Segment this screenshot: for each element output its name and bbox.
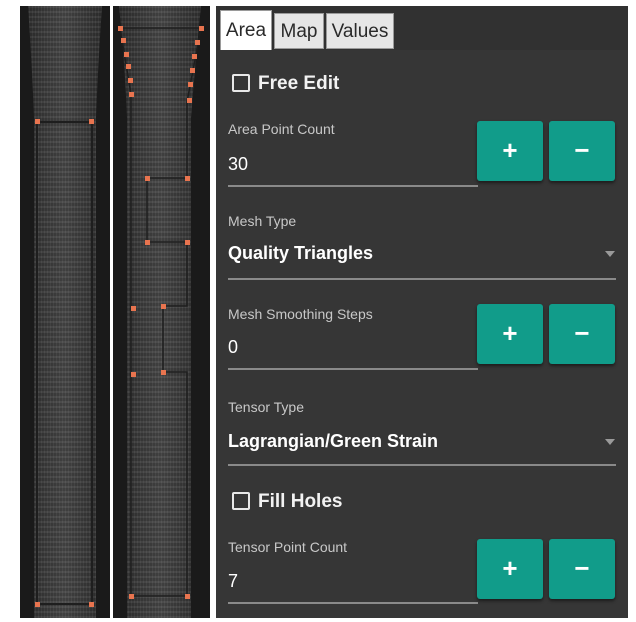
area-point-count-decrement-button[interactable]: − (549, 121, 615, 181)
tensor-point-count-increment-button[interactable]: + (477, 539, 543, 599)
free-edit-checkbox[interactable] (232, 74, 250, 92)
tensor-type-select[interactable]: Lagrangian/Green Strain (228, 431, 438, 452)
mesh-smoothing-steps-decrement-button[interactable]: − (549, 304, 615, 364)
free-edit-label: Free Edit (258, 73, 340, 94)
tensor-point-count-underline (228, 602, 478, 604)
area-settings-panel: Area Map Values Free Edit Area Point Cou… (216, 6, 628, 618)
specimen-image-right (113, 6, 210, 618)
chevron-down-icon[interactable] (605, 439, 615, 445)
tensor-type-underline (228, 464, 616, 466)
area-point-count-underline (228, 185, 478, 187)
mesh-smoothing-steps-increment-button[interactable]: + (477, 304, 543, 364)
tab-bar: Area Map Values (216, 6, 628, 50)
specimen-left-overlay (20, 6, 110, 618)
tensor-point-count-input[interactable]: 7 (228, 571, 238, 592)
mesh-type-select[interactable]: Quality Triangles (228, 243, 373, 264)
mesh-type-label: Mesh Type (228, 213, 297, 229)
area-point-count-increment-button[interactable]: + (477, 121, 543, 181)
area-tab-content: Free Edit Area Point Count 30 + − Mesh T… (216, 50, 628, 618)
fill-holes-label: Fill Holes (258, 491, 343, 512)
chevron-down-icon[interactable] (605, 251, 615, 257)
specimen-right-overlay (113, 6, 210, 618)
tensor-type-label: Tensor Type (228, 399, 305, 415)
mesh-smoothing-steps-input[interactable]: 0 (228, 337, 238, 358)
area-point-count-input[interactable]: 30 (228, 154, 248, 175)
tensor-point-count-decrement-button[interactable]: − (549, 539, 615, 599)
tab-values[interactable]: Values (326, 13, 394, 49)
tab-map[interactable]: Map (274, 13, 324, 49)
specimen-image-left (20, 6, 110, 618)
area-point-count-label: Area Point Count (228, 121, 335, 137)
mesh-smoothing-steps-underline (228, 368, 478, 370)
mesh-smoothing-steps-label: Mesh Smoothing Steps (228, 306, 373, 322)
tab-area[interactable]: Area (220, 10, 272, 50)
tensor-point-count-label: Tensor Point Count (228, 539, 348, 555)
mesh-type-underline (228, 278, 616, 280)
fill-holes-checkbox[interactable] (232, 492, 250, 510)
